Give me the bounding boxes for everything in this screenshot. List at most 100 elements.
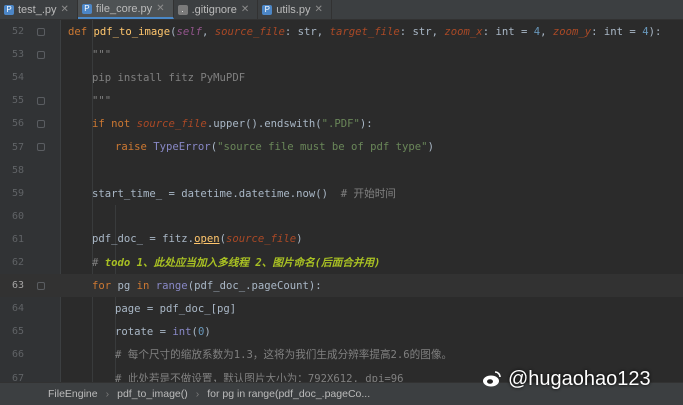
line-number: 55 [11,95,24,107]
function-name: pdf_to_image [93,25,171,38]
code-line: 64 page = pdf_doc_[pg] [0,297,683,320]
code-line: 62 # todo 1、此处应当加入多线程 2、图片命名(后面合并用) [0,251,683,274]
tab-label: utils.py [276,3,311,16]
fold-marker-icon[interactable] [37,27,45,36]
keyword: if not [92,117,137,130]
code-token: ): [648,25,662,38]
breadcrumb-item[interactable]: FileEngine [48,388,98,400]
line-number: 59 [11,187,24,199]
code-token: , [540,25,553,38]
keyword: in [136,279,156,292]
line-number: 53 [11,49,24,61]
code-token: start_time_ = datetime.datetime.now() [92,187,341,200]
close-icon[interactable]: ✕ [241,4,249,15]
close-icon[interactable]: ✕ [61,4,69,15]
code-token: ) [296,233,303,246]
builtin: TypeError [153,141,211,154]
line-number: 57 [11,141,24,153]
comment: # 此处若是不做设置，默认图片大小为：792X612, dpi=96 [115,372,404,382]
code-token: page = pdf_doc_[pg] [115,302,237,315]
tab-label: test_.py [18,3,57,16]
chevron-right-icon: › [105,388,110,400]
code-line: 59 start_time_ = datetime.datetime.now()… [0,182,683,205]
line-number: 56 [11,118,24,130]
code-token: ) [204,325,211,338]
fold-marker-icon[interactable] [37,96,45,105]
tab-file-core-py[interactable]: P file_core.py ✕ [77,0,174,19]
code-line: 60 [0,205,683,228]
line-number: 52 [11,26,24,38]
keyword: def [68,25,88,38]
keyword: for [92,279,118,292]
parameter: source_file [136,117,207,130]
docstring: """ [92,94,112,107]
code-editor[interactable]: 52 def pdf_to_image(self, source_file: s… [0,20,683,382]
line-number: 62 [11,257,24,269]
code-line: 53 """ [0,43,683,66]
watermark-text: @hugaohao123 [508,367,651,390]
parameter: zoom_y [552,25,592,38]
code-token: ) [427,141,434,154]
breadcrumb-item[interactable]: pdf_to_image() [117,388,188,400]
line-number: 63 [11,280,24,292]
tab-label: .gitignore [191,3,237,16]
fold-marker-icon[interactable] [37,50,45,59]
line-number: 64 [11,303,24,315]
code-line: 54 pip install fitz PyMuPDF [0,66,683,89]
comment: # 开始时间 [340,187,396,200]
editor-tab-bar: P test_.py ✕ P file_core.py ✕ . .gitigno… [0,0,683,20]
string: ".PDF" [321,117,360,130]
weibo-logo-icon [483,371,501,387]
python-file-icon: P [262,4,273,15]
code-token: pdf_doc_ = fitz. [92,233,195,246]
tab-utils-py[interactable]: P utils.py ✕ [258,0,332,19]
parameter: target_file [329,25,400,38]
fold-marker-icon[interactable] [37,281,45,290]
fold-marker-icon[interactable] [37,119,45,128]
line-number: 66 [11,349,24,361]
code-line: 61 pdf_doc_ = fitz.open(source_file) [0,228,683,251]
parameter: source_file [225,233,297,246]
code-token: , [201,25,215,38]
code-token: ): [359,117,373,130]
code-line: 57 raise TypeError("source file must be … [0,136,683,159]
docstring: """ [92,48,112,61]
fold-marker-icon[interactable] [37,143,45,152]
todo-comment: todo 1、此处应当加入多线程 2、图片命名(后面合并用) [104,257,381,270]
line-number: 61 [11,233,24,245]
parameter: zoom_x [444,25,483,38]
watermark: @hugaohao123 [482,366,651,392]
string: "source file must be of pdf type" [217,141,428,154]
close-icon[interactable]: ✕ [156,3,164,14]
chevron-right-icon: › [195,388,200,400]
code-token: .upper().endswith( [206,117,322,130]
code-token: : str, [399,25,445,38]
code-token: : int = [591,25,643,38]
code-line-current: 63 for pg in range(pdf_doc_.pageCount): [0,274,683,298]
code-token: : str, [284,25,330,38]
line-number: 54 [11,72,24,84]
breadcrumb-item[interactable]: for pg in range(pdf_doc_.pageCo... [207,388,370,400]
code-token: self [176,25,202,38]
gitignore-file-icon: . [177,4,188,15]
comment: # 每个尺寸的缩放系数为1.3，这将为我们生成分辨率提高2.6的图像。 [115,349,453,362]
tab-gitignore[interactable]: . .gitignore ✕ [174,0,259,19]
code-token: : int = [482,25,534,38]
python-file-icon: P [81,3,92,14]
tab-label: file_core.py [95,2,153,15]
line-number: 58 [11,164,24,176]
comment: # [92,257,105,270]
builtin: range [155,279,188,292]
function-call: open [194,233,220,246]
tab-test-py[interactable]: P test_.py ✕ [0,0,78,19]
code-token: (pdf_doc_.pageCount): [187,279,322,292]
python-file-icon: P [4,4,14,15]
code-line: 56 if not source_file.upper().endswith("… [0,112,683,135]
line-number: 60 [11,210,24,222]
code-token: pg [117,279,137,292]
line-number: 65 [11,326,24,338]
builtin: int [172,325,192,338]
line-number: 67 [11,372,24,382]
close-icon[interactable]: ✕ [314,4,322,15]
code-token: rotate = [115,325,173,338]
